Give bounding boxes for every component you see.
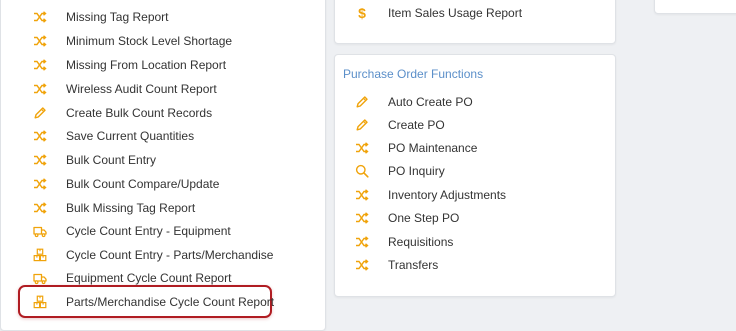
shuffle-icon xyxy=(355,235,369,249)
shuffle-icon xyxy=(355,188,369,202)
menu-item-label: Cycle Count Entry - Equipment xyxy=(66,224,231,238)
menu-item-label: Bulk Count Entry xyxy=(66,153,157,167)
shuffle-icon xyxy=(33,201,47,215)
menu-item-label: Minimum Stock Level Shortage xyxy=(66,34,233,48)
shuffle-icon xyxy=(33,82,47,96)
menu-item-label: PO Inquiry xyxy=(388,164,445,178)
shuffle-icon xyxy=(33,129,47,143)
boxes-icon xyxy=(33,248,47,262)
shuffle-icon xyxy=(355,211,369,225)
menu-item-label: Missing Tag Report xyxy=(66,10,169,24)
pencil-icon xyxy=(355,95,369,109)
truck-icon xyxy=(33,271,47,285)
pencil-icon xyxy=(355,118,369,132)
menu-item-minimum-stock-level-shortage[interactable]: Minimum Stock Level Shortage xyxy=(33,31,232,51)
menu-item-label: Transfers xyxy=(388,258,439,272)
menu-item-label: One Step PO xyxy=(388,211,460,225)
menu-item-label: Item Sales Usage Report xyxy=(388,6,523,20)
menu-item-bulk-count-entry[interactable]: Bulk Count Entry xyxy=(33,150,156,170)
dollar-icon: $ xyxy=(358,5,366,21)
boxes-icon xyxy=(33,295,47,309)
shuffle-icon xyxy=(33,58,47,72)
menu-item-auto-create-po[interactable]: Auto Create PO xyxy=(355,92,473,112)
right-card-edge xyxy=(654,0,736,14)
menu-item-missing-from-location-report[interactable]: Missing From Location Report xyxy=(33,55,226,75)
menu-item-label: Bulk Count Compare/Update xyxy=(66,177,220,191)
menu-item-label: Missing From Location Report xyxy=(66,58,227,72)
menu-item-bulk-missing-tag-report[interactable]: Bulk Missing Tag Report xyxy=(33,198,195,218)
shuffle-icon xyxy=(33,34,47,48)
menu-item-one-step-po[interactable]: One Step PO xyxy=(355,208,459,228)
menu-item-save-current-quantities[interactable]: Save Current Quantities xyxy=(33,126,194,146)
menu-item-requisitions[interactable]: Requisitions xyxy=(355,232,453,252)
menu-item-transfers[interactable]: Transfers xyxy=(355,255,438,275)
truck-icon xyxy=(33,224,47,238)
menu-item-create-bulk-count-records[interactable]: Create Bulk Count Records xyxy=(33,103,212,123)
menu-item-parts-merchandise-cycle-count-report[interactable]: Parts/Merchandise Cycle Count Report xyxy=(33,292,274,312)
card-title: Purchase Order Functions xyxy=(343,67,484,81)
menu-item-label: Bulk Missing Tag Report xyxy=(66,201,196,215)
menu-item-label: Create Bulk Count Records xyxy=(66,106,213,120)
menu-item-cycle-count-entry-parts[interactable]: Cycle Count Entry - Parts/Merchandise xyxy=(33,245,273,265)
menu-item-label: Auto Create PO xyxy=(388,95,473,109)
menu-item-label: Wireless Audit Count Report xyxy=(66,82,217,96)
menu-item-label: Requisitions xyxy=(388,235,454,249)
menu-item-missing-tag-report[interactable]: Missing Tag Report xyxy=(33,7,169,27)
menu-item-label: Inventory Adjustments xyxy=(388,188,507,202)
menu-item-inventory-adjustments[interactable]: Inventory Adjustments xyxy=(355,185,506,205)
menu-item-item-sales-usage-report[interactable]: $ Item Sales Usage Report xyxy=(355,3,522,23)
menu-item-cycle-count-entry-equipment[interactable]: Cycle Count Entry - Equipment xyxy=(33,221,231,241)
menu-item-bulk-count-compare-update[interactable]: Bulk Count Compare/Update xyxy=(33,174,219,194)
shuffle-icon xyxy=(355,141,369,155)
menu-item-wireless-audit-count-report[interactable]: Wireless Audit Count Report xyxy=(33,79,217,99)
menu-item-label: Equipment Cycle Count Report xyxy=(66,271,232,285)
shuffle-icon xyxy=(33,10,47,24)
menu-item-po-inquiry[interactable]: PO Inquiry xyxy=(355,161,445,181)
shuffle-icon xyxy=(355,258,369,272)
shuffle-icon xyxy=(33,153,47,167)
shuffle-icon xyxy=(33,177,47,191)
menu-item-label: Cycle Count Entry - Parts/Merchandise xyxy=(66,248,274,262)
menu-item-create-po[interactable]: Create PO xyxy=(355,115,445,135)
menu-item-label: Parts/Merchandise Cycle Count Report xyxy=(66,295,275,309)
menu-item-label: PO Maintenance xyxy=(388,141,478,155)
menu-item-po-maintenance[interactable]: PO Maintenance xyxy=(355,138,477,158)
menu-item-label: Create PO xyxy=(388,118,445,132)
pencil-icon xyxy=(33,106,47,120)
search-icon xyxy=(355,164,369,178)
menu-item-label: Save Current Quantities xyxy=(66,129,195,143)
